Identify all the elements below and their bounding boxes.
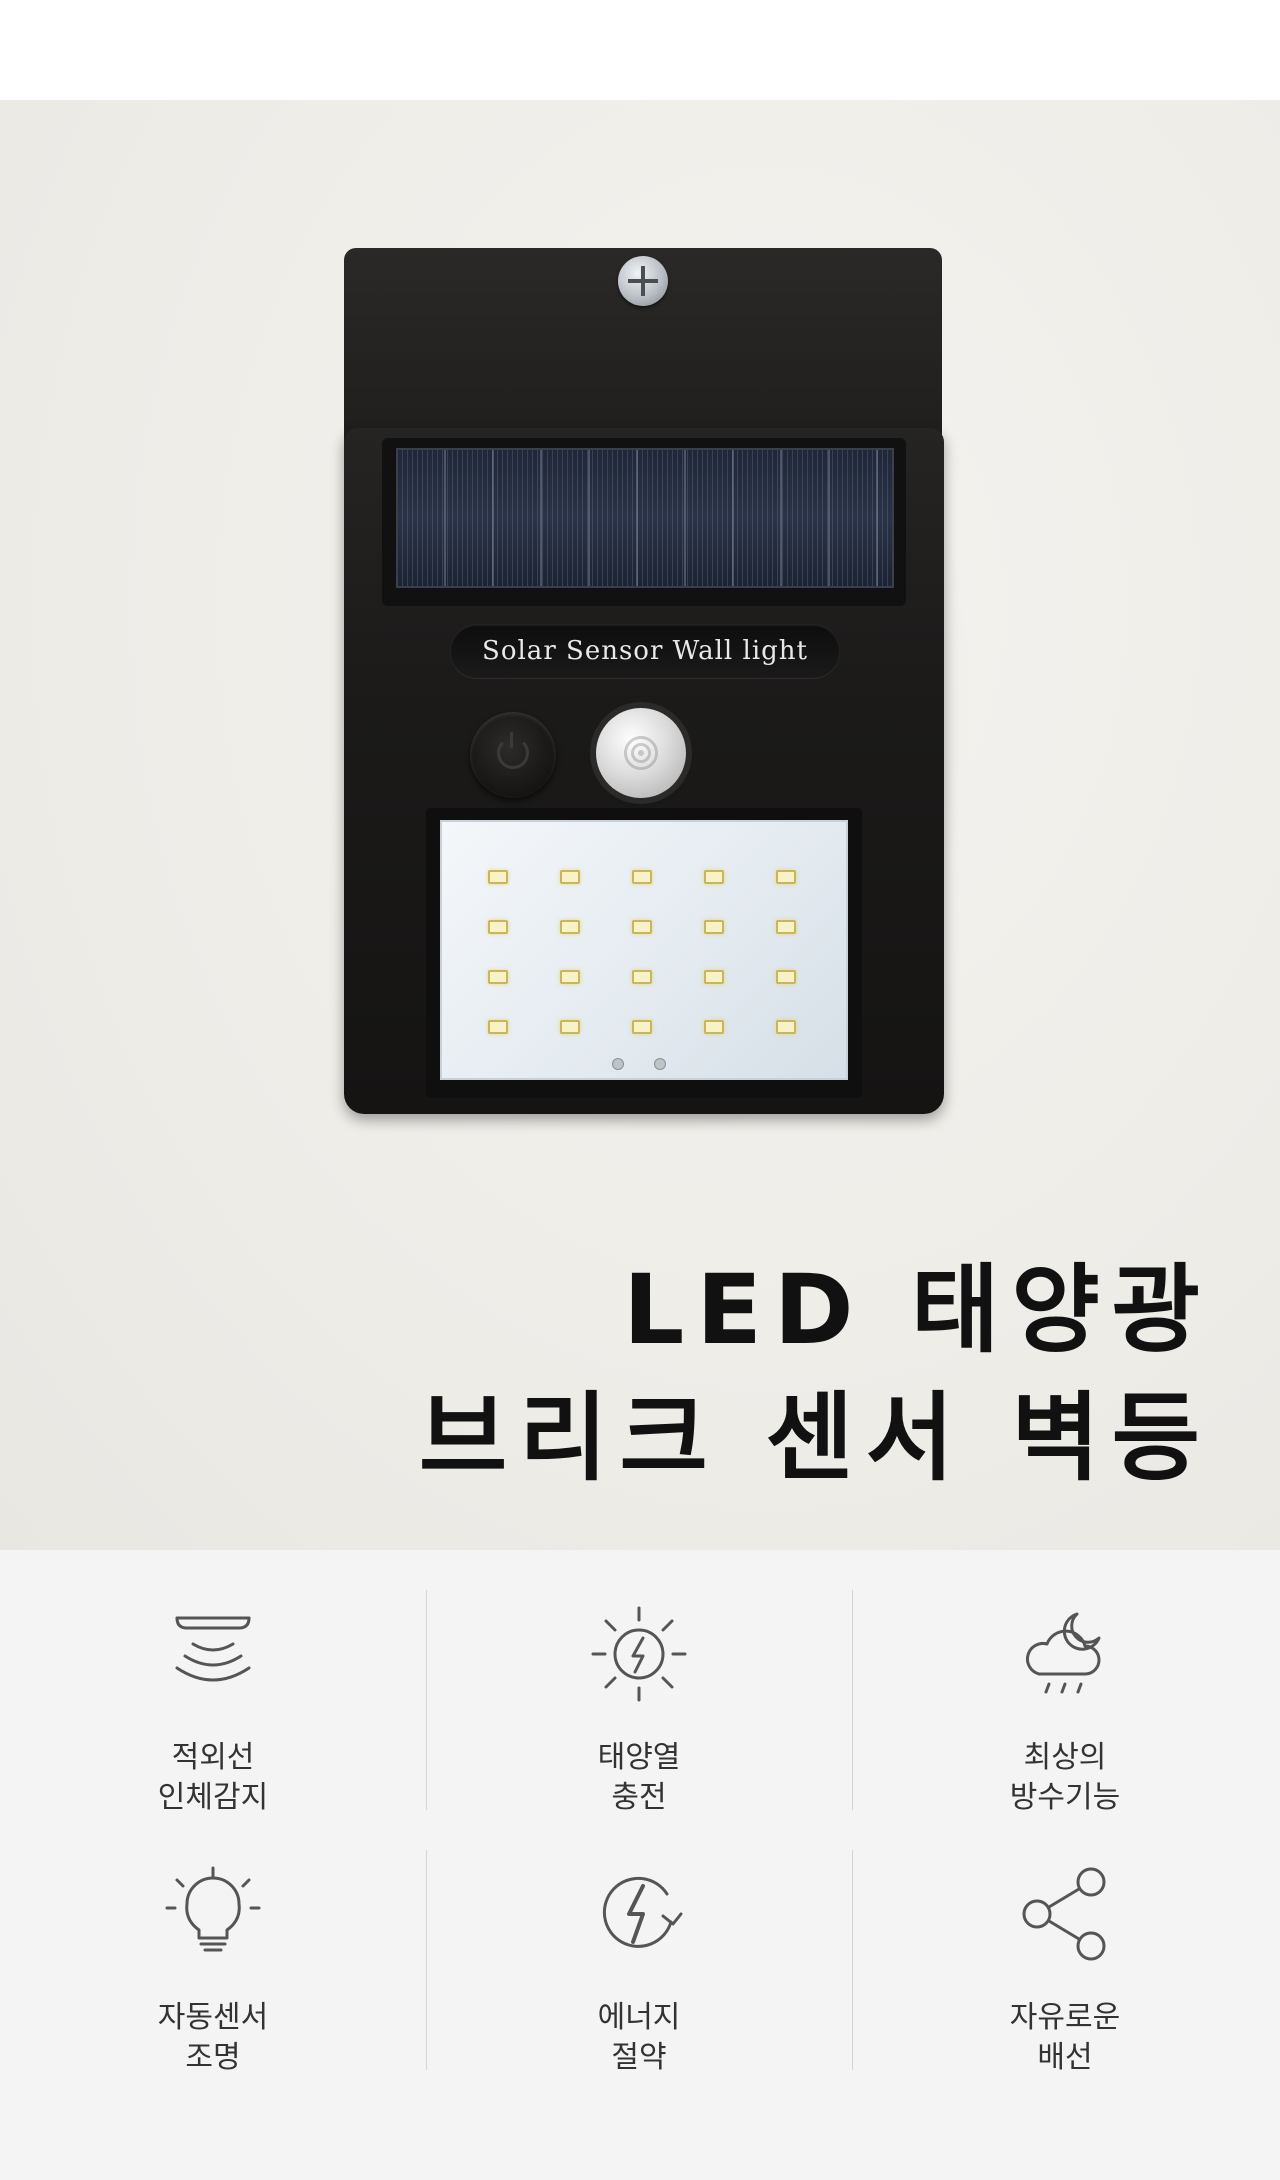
power-button	[470, 712, 556, 798]
feature-label-line2: 충전	[611, 1780, 667, 1815]
feature-item-energy-save: 에너지 절약	[426, 1840, 852, 2100]
product-label-plate: Solar Sensor Wall light	[450, 624, 840, 678]
power-icon	[497, 732, 529, 769]
led-chip	[632, 970, 652, 984]
product-label-text: Solar Sensor Wall light	[482, 636, 808, 666]
feature-item-solar-charge: 태양열 충전	[426, 1580, 852, 1840]
feature-label-line1: 자동센서	[157, 2000, 269, 2035]
weather-cloud-rain-icon	[1026, 1612, 1101, 1694]
lightbulb-icon	[165, 1866, 261, 1952]
led-chip	[632, 920, 652, 934]
feature-label-line2: 방수기능	[1009, 1780, 1121, 1815]
led-chip	[704, 920, 724, 934]
share-wiring-icon	[1022, 1867, 1106, 1961]
product-title-line-2: 브리크 센서 벽등	[418, 1382, 1212, 1494]
feature-label-line2: 배선	[1037, 2040, 1093, 2075]
led-chip	[488, 920, 508, 934]
led-chip	[488, 1020, 508, 1034]
led-chip	[776, 970, 796, 984]
led-chip	[704, 1020, 724, 1034]
feature-label-line1: 최상의	[1023, 1740, 1107, 1775]
led-chip	[776, 920, 796, 934]
solar-charge-icon	[591, 1606, 687, 1702]
energy-save-icon	[602, 1876, 683, 1948]
led-chip	[776, 1020, 796, 1034]
feature-label-line2: 인체감지	[157, 1780, 269, 1815]
led-chip	[632, 870, 652, 884]
panel-screw	[612, 1058, 624, 1070]
led-chip	[560, 870, 580, 884]
feature-item-waterproof: 최상의 방수기능	[852, 1580, 1278, 1840]
feature-label-line1: 자유로운	[1009, 2000, 1121, 2035]
feature-label-line1: 적외선	[171, 1740, 255, 1775]
solar-panel	[396, 448, 894, 588]
feature-item-motion-sensor: 적외선 인체감지	[0, 1580, 426, 1840]
led-chip	[560, 1020, 580, 1034]
led-chip	[704, 870, 724, 884]
feature-label-line2: 절약	[611, 2040, 667, 2075]
panel-screw	[654, 1058, 666, 1070]
motion-sensor-icon	[175, 1616, 251, 1682]
top-white-strip	[0, 0, 1280, 100]
led-chip	[704, 970, 724, 984]
led-chip	[560, 970, 580, 984]
feature-grid: 적외선 인체감지 태양열 충전 최상의 방수기능 자동센서 조명 에너지 절약 …	[0, 1550, 1280, 2180]
led-chip	[776, 870, 796, 884]
feature-label-line1: 태양열	[597, 1740, 681, 1775]
feature-item-free-wiring: 자유로운 배선	[852, 1840, 1278, 2100]
led-chip	[488, 970, 508, 984]
pir-sensor	[596, 708, 686, 798]
led-chip	[560, 920, 580, 934]
feature-label-line2: 조명	[185, 2040, 241, 2075]
led-panel	[440, 820, 848, 1080]
product-title-line-1: LED 태양광	[623, 1254, 1212, 1366]
led-chip	[488, 870, 508, 884]
feature-item-auto-light: 자동센서 조명	[0, 1840, 426, 2100]
led-chip	[632, 1020, 652, 1034]
feature-label-line1: 에너지	[597, 2000, 681, 2035]
screw-icon	[618, 256, 668, 306]
